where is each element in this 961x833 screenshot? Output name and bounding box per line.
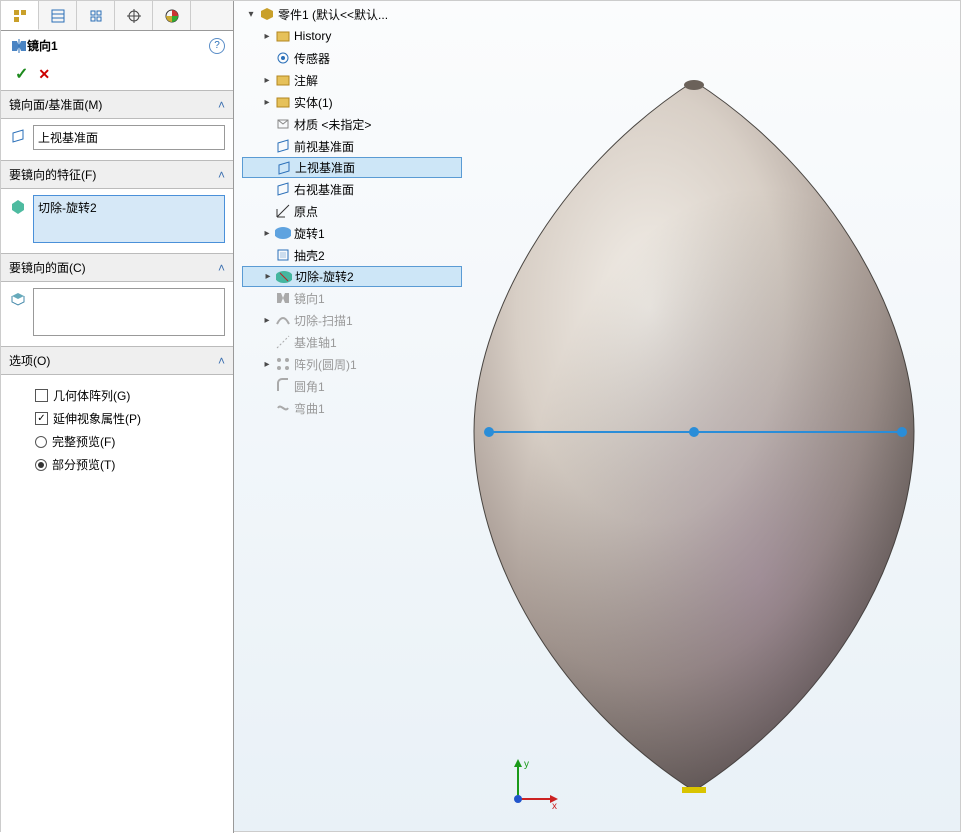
- radio-full-preview[interactable]: 完整预览(F): [35, 433, 225, 450]
- tab-feature-manager[interactable]: [1, 1, 39, 30]
- radio-part-preview[interactable]: 部分预览(T): [35, 456, 225, 473]
- checkbox-box: [35, 389, 48, 402]
- tab-appearance[interactable]: [153, 1, 191, 30]
- plane-icon: [10, 128, 26, 144]
- chevron-up-icon: ˄: [218, 354, 225, 368]
- graphics-viewport[interactable]: ▾ 零件1 (默认<<默认... ▸History传感器▸注解▸实体(1)材质 …: [234, 1, 960, 831]
- pm-header: 镜向1 ?: [1, 31, 233, 60]
- chevron-up-icon: ˄: [218, 168, 225, 182]
- appearance-icon: [164, 8, 180, 24]
- section-options-label: 选项(O): [9, 352, 50, 369]
- orientation-triad[interactable]: y x: [504, 755, 560, 811]
- help-button[interactable]: ?: [209, 38, 225, 54]
- axis-handle-left[interactable]: [484, 427, 494, 437]
- pm-title: 镜向1: [27, 37, 209, 54]
- section-features-header[interactable]: 要镜向的特征(F) ˄: [1, 160, 233, 189]
- checkbox-prop-visual[interactable]: ✓ 延伸视象属性(P): [35, 410, 225, 427]
- features-selection[interactable]: 切除-旋转2: [33, 195, 225, 243]
- property-manager-icon: [50, 8, 66, 24]
- tab-property-manager[interactable]: [39, 1, 77, 30]
- section-mirror-plane-header[interactable]: 镜向面/基准面(M) ˄: [1, 90, 233, 119]
- cancel-button[interactable]: ✕: [38, 66, 50, 83]
- tab-dimxpert[interactable]: [115, 1, 153, 30]
- mirror-plane-selection[interactable]: 上视基准面: [33, 125, 225, 150]
- feature-manager-icon: [12, 7, 28, 23]
- ok-button[interactable]: ✓: [15, 64, 28, 84]
- feature-icon: [10, 198, 26, 214]
- radio-circle: [35, 436, 47, 448]
- section-mirror-plane-label: 镜向面/基准面(M): [9, 96, 102, 113]
- panel-tabbar: [1, 1, 233, 31]
- checkbox-geo-pattern[interactable]: 几何体阵列(G): [35, 387, 225, 404]
- section-options-header[interactable]: 选项(O) ˄: [1, 346, 233, 375]
- model-view[interactable]: [234, 1, 961, 833]
- chevron-up-icon: ˄: [218, 98, 225, 112]
- section-faces-header[interactable]: 要镜向的面(C) ˄: [1, 253, 233, 282]
- radio-circle: [35, 459, 47, 471]
- checkbox-box: ✓: [35, 412, 48, 425]
- mirror-feature-icon: [11, 38, 27, 54]
- config-manager-icon: [88, 8, 104, 24]
- tab-config-manager[interactable]: [77, 1, 115, 30]
- svg-text:x: x: [552, 801, 557, 811]
- section-features-label: 要镜向的特征(F): [9, 166, 96, 183]
- dimxpert-icon: [126, 8, 142, 24]
- axis-handle-right[interactable]: [897, 427, 907, 437]
- faces-selection[interactable]: [33, 288, 225, 336]
- face-icon: [10, 291, 26, 307]
- chevron-up-icon: ˄: [218, 261, 225, 275]
- section-faces-label: 要镜向的面(C): [9, 259, 86, 276]
- axis-handle-mid[interactable]: [689, 427, 699, 437]
- property-manager-panel: 镜向1 ? ✓ ✕ 镜向面/基准面(M) ˄ 上视基准面 要镜向的特征(F) ˄…: [1, 1, 234, 833]
- pm-actions: ✓ ✕: [1, 60, 233, 90]
- svg-text:y: y: [524, 759, 529, 770]
